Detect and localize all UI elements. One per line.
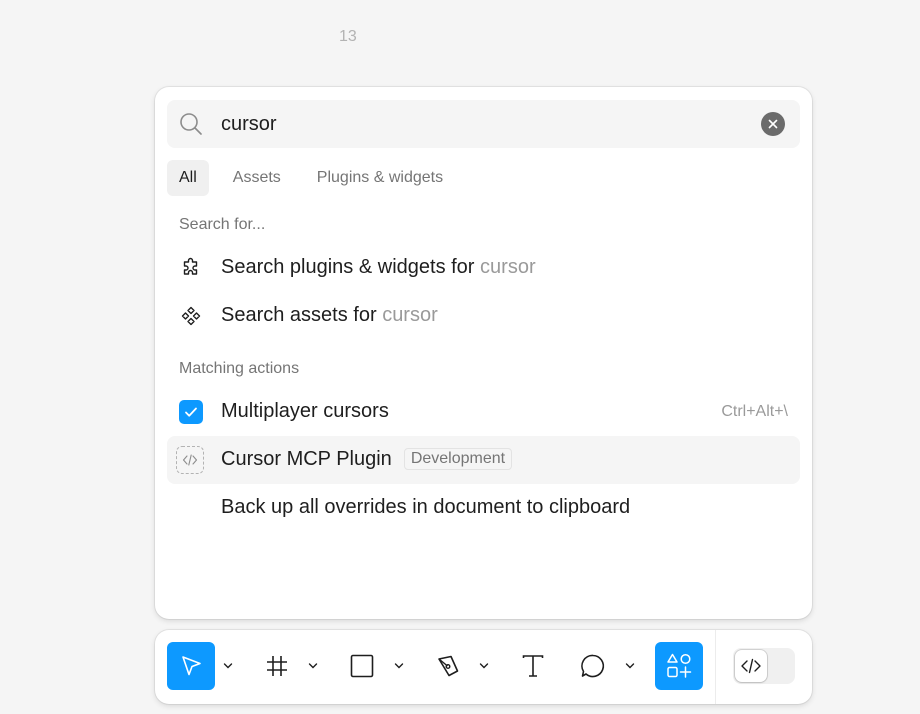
checkbox-checked-icon[interactable] — [179, 400, 203, 424]
pen-tool-button[interactable] — [424, 642, 472, 690]
search-for-heading: Search for... — [179, 216, 266, 233]
text-icon — [522, 655, 544, 677]
plugin-puzzle-icon — [177, 256, 205, 280]
cursor-mcp-plugin-row[interactable]: Cursor MCP Plugin Development — [167, 436, 800, 484]
plugin-name: Cursor MCP Plugin — [221, 448, 392, 470]
frame-tool-button[interactable] — [253, 642, 301, 690]
tab-plugins-widgets[interactable]: Plugins & widgets — [305, 160, 455, 196]
canvas: 13 All Assets Plugins & widgets S — [0, 0, 920, 714]
bottom-toolbar — [155, 630, 812, 704]
search-input[interactable] — [221, 110, 741, 138]
tab-assets[interactable]: Assets — [221, 160, 293, 196]
multiplayer-cursors-label: Multiplayer cursors — [221, 400, 389, 422]
close-icon — [768, 119, 778, 129]
cursor-mcp-plugin-label: Cursor MCP Plugin Development — [221, 448, 513, 471]
frame-tool-chevron-down-icon[interactable] — [307, 660, 319, 672]
search-plugins-row[interactable]: Search plugins & widgets for cursor — [167, 244, 800, 292]
move-tool-chevron-down-icon[interactable] — [222, 660, 234, 672]
keyboard-shortcut: Ctrl+Alt+\ — [721, 403, 788, 420]
cursor-arrow-icon — [182, 656, 201, 676]
comment-tool-button[interactable] — [569, 642, 617, 690]
development-badge: Development — [403, 448, 513, 470]
dev-mode-toggle[interactable] — [733, 648, 795, 684]
code-brackets-icon — [741, 658, 761, 674]
quick-actions-panel: All Assets Plugins & widgets Search for.… — [155, 87, 812, 619]
text-tool-button[interactable] — [509, 642, 557, 690]
dev-mode-knob — [735, 650, 767, 682]
matching-actions-heading: Matching actions — [179, 360, 300, 377]
search-assets-row[interactable]: Search assets for cursor — [167, 292, 800, 340]
comment-bubble-icon — [581, 654, 605, 678]
search-plugins-query: cursor — [480, 256, 536, 278]
search-assets-label: Search assets for cursor — [221, 304, 438, 327]
frame-hash-icon — [267, 656, 287, 676]
shape-tool-chevron-down-icon[interactable] — [393, 660, 405, 672]
tab-all[interactable]: All — [167, 160, 209, 196]
search-plugins-prefix: Search plugins & widgets for — [221, 256, 481, 278]
component-icon — [177, 304, 205, 328]
dev-plugin-slot — [176, 446, 205, 474]
clear-search-button[interactable] — [761, 112, 785, 136]
filter-tabs: All Assets Plugins & widgets — [167, 160, 455, 196]
backup-overrides-label: Back up all overrides in document to cli… — [221, 496, 631, 518]
backup-overrides-row[interactable]: Back up all overrides in document to cli… — [167, 484, 800, 532]
checkbox-slot — [177, 400, 205, 424]
search-assets-query: cursor — [382, 304, 438, 326]
actions-tool-button[interactable] — [655, 642, 703, 690]
dev-plugin-code-icon — [176, 446, 204, 474]
rectangle-icon — [350, 654, 374, 678]
pen-icon — [438, 655, 459, 677]
search-assets-prefix: Search assets for — [221, 304, 383, 326]
page-number: 13 — [339, 28, 357, 45]
multiplayer-cursors-row[interactable]: Multiplayer cursors Ctrl+Alt+\ — [167, 388, 800, 436]
search-icon — [179, 112, 203, 136]
move-tool-button[interactable] — [167, 642, 215, 690]
actions-grid-icon — [667, 653, 692, 678]
search-bar — [167, 100, 800, 148]
toolbar-divider — [715, 630, 716, 704]
pen-tool-chevron-down-icon[interactable] — [478, 660, 490, 672]
comment-tool-chevron-down-icon[interactable] — [624, 660, 636, 672]
search-plugins-label: Search plugins & widgets for cursor — [221, 256, 536, 279]
shape-tool-button[interactable] — [338, 642, 386, 690]
